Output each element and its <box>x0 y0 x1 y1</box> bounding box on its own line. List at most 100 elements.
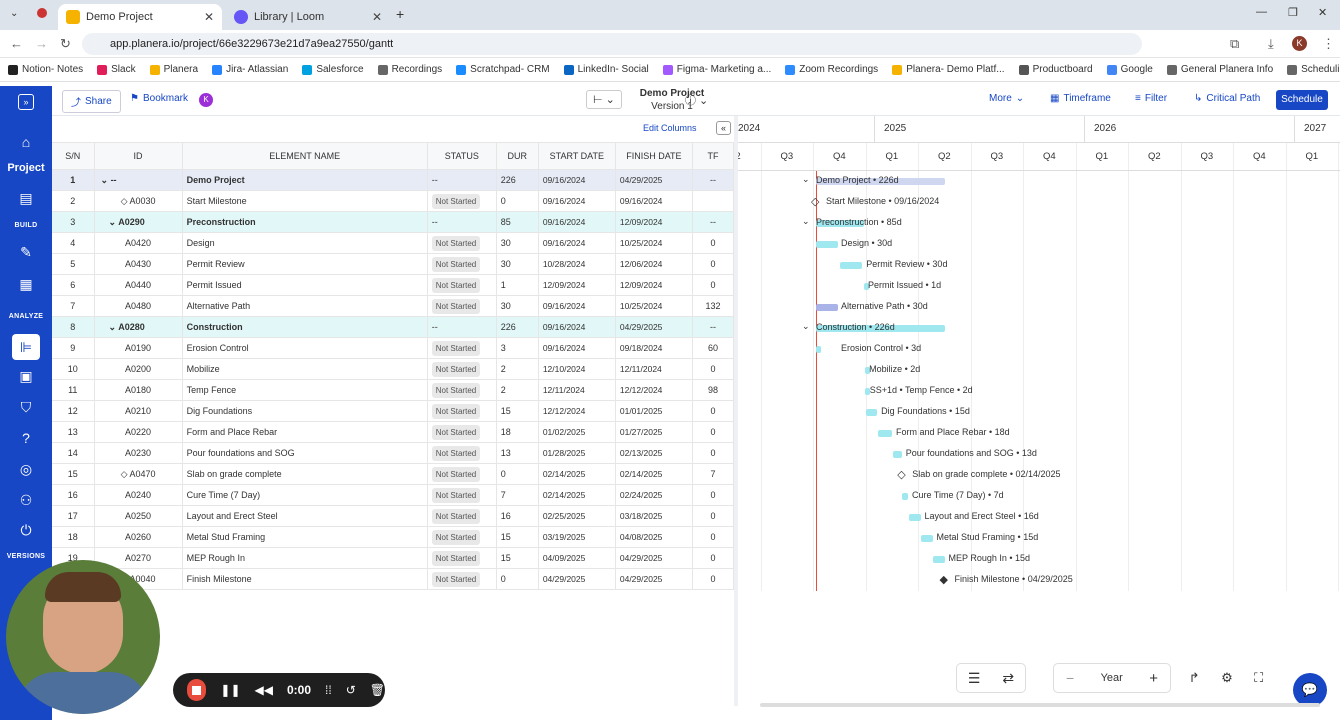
table-row[interactable]: 9 A0190 Erosion Control Not Started 3 09/16/2… <box>52 337 735 359</box>
bookmark-item[interactable]: Salesforce <box>302 64 364 75</box>
table-row[interactable]: 15 ◇ A0470 Slab on grade complete Not Start… <box>52 463 735 485</box>
task-bar[interactable] <box>933 556 945 563</box>
column-header[interactable]: TF <box>692 142 735 170</box>
bookmark-item[interactable]: Jira- Atlassian <box>212 64 288 75</box>
zoom-out-icon[interactable]: − <box>1066 670 1074 686</box>
bookmark-item[interactable]: Planera <box>149 64 198 75</box>
edit-columns-link[interactable]: Edit Columns <box>643 123 697 133</box>
browser-menu-icon[interactable]: ⋮ <box>1322 36 1335 52</box>
table-row[interactable]: 6 A0440 Permit Issued Not Started 1 12/09/202… <box>52 274 735 296</box>
milestone-marker[interactable]: ◇ <box>897 468 905 481</box>
table-row[interactable]: 4 A0420 Design Not Started 30 09/16/2024 10/25… <box>52 232 735 254</box>
swap-view-icon[interactable]: ⇄ <box>1002 670 1014 687</box>
zoom-level[interactable]: Year <box>1101 672 1123 684</box>
url-input[interactable]: app.planera.io/project/66e3229673e21d7a9… <box>82 33 1142 55</box>
expand-chevron-icon[interactable]: ⌄ <box>101 175 111 185</box>
table-row[interactable]: 5 A0430 Permit Review Not Started 30 10/28/20… <box>52 253 735 275</box>
help-icon[interactable]: ? <box>0 430 52 446</box>
task-bar[interactable] <box>816 304 839 311</box>
more-button[interactable]: More ⌄ <box>989 93 1024 104</box>
window-close-icon[interactable]: ✕ <box>1318 6 1327 19</box>
bookmark-item[interactable]: Notion- Notes <box>8 64 83 75</box>
profile-avatar[interactable]: K <box>1292 36 1307 51</box>
table-row[interactable]: 13 A0220 Form and Place Rebar Not Started 18… <box>52 421 735 443</box>
power-icon[interactable]: ⏻ <box>0 522 52 539</box>
task-bar[interactable] <box>921 535 933 542</box>
home-icon[interactable]: ⌂ <box>0 134 52 150</box>
bookmark-item[interactable]: Scheduling Educati... <box>1287 64 1340 75</box>
dependency-icon[interactable]: ↱ <box>1189 670 1200 686</box>
bookmark-item[interactable]: Scratchpad- CRM <box>456 64 550 75</box>
bookmark-item[interactable]: Figma- Marketing a... <box>662 64 771 75</box>
table-row[interactable]: 12 A0210 Dig Foundations Not Started 15 12/12… <box>52 400 735 422</box>
expand-chevron-icon[interactable]: ⌄ <box>109 322 119 332</box>
column-header[interactable]: ID <box>94 142 183 170</box>
close-icon[interactable]: ✕ <box>372 10 382 24</box>
extensions-icon[interactable]: ⧉ <box>1230 36 1239 52</box>
globe-icon[interactable]: ◎ <box>0 461 52 478</box>
sidebar-project-label[interactable]: Project <box>0 162 52 174</box>
column-header[interactable]: S/N <box>52 142 95 170</box>
bookmark-item[interactable]: Zoom Recordings <box>785 64 878 75</box>
bookmark-item[interactable]: Planera- Demo Platf... <box>892 64 1005 75</box>
table-icon[interactable]: ▦ <box>0 276 52 293</box>
filter-button[interactable]: ≡ Filter <box>1135 93 1167 104</box>
trash-icon[interactable]: 🗑 <box>370 683 385 697</box>
table-row[interactable]: 16 A0240 Cure Time (7 Day) Not Started 7 02/1… <box>52 484 735 506</box>
drag-handle-icon[interactable]: ⁞⁞ <box>325 683 332 697</box>
expand-chevron-icon[interactable]: ⌄ <box>109 217 119 227</box>
pencil-icon[interactable]: ✎ <box>0 244 52 261</box>
calendar-icon[interactable]: ▣ <box>0 368 52 385</box>
back-icon[interactable]: ← <box>10 36 23 51</box>
rewind-icon[interactable]: ◀◀ <box>255 683 273 697</box>
table-row[interactable]: 1 ⌄ -- Demo Project -- 226 09/16/2024 04/29/20… <box>52 169 735 191</box>
column-header[interactable]: START DATE <box>538 142 616 170</box>
users-icon[interactable]: ⚇ <box>0 492 52 509</box>
tab-loom[interactable]: Library | Loom ✕ <box>226 4 390 30</box>
layout-icon[interactable]: ▤ <box>0 190 52 207</box>
bookmark-item[interactable]: General Planera Info <box>1166 64 1273 75</box>
close-icon[interactable]: ✕ <box>204 10 214 24</box>
shield-icon[interactable]: ⛉ <box>0 399 52 416</box>
stop-record-button[interactable] <box>187 679 207 701</box>
table-row[interactable]: 14 A0230 Pour foundations and SOG Not Start… <box>52 442 735 464</box>
zoom-in-icon[interactable]: + <box>1149 670 1158 687</box>
task-bar[interactable] <box>877 430 892 437</box>
download-icon[interactable]: ⤓ <box>1268 36 1274 52</box>
task-bar[interactable] <box>816 241 839 248</box>
user-avatar[interactable]: K <box>199 93 213 107</box>
critical-path-button[interactable]: ↳ Critical Path <box>1194 93 1260 104</box>
table-row[interactable]: 2 ◇ A0030 Start Milestone Not Started 0 09/16… <box>52 190 735 212</box>
collapse-grid-button[interactable]: « <box>716 121 731 135</box>
table-row[interactable]: 10 A0200 Mobilize Not Started 2 12/10/2024 12/… <box>52 358 735 380</box>
column-header[interactable]: ELEMENT NAME <box>182 142 428 170</box>
expand-chevron-icon[interactable]: ⌄ <box>802 174 810 185</box>
column-header[interactable]: FINISH DATE <box>615 142 693 170</box>
info-button[interactable]: ⓘ ⌄ <box>685 92 708 108</box>
bookmark-item[interactable]: Slack <box>97 64 136 75</box>
task-bar[interactable] <box>892 451 902 458</box>
expand-sidebar-icon[interactable]: » <box>0 92 52 110</box>
schedule-button[interactable]: Schedule <box>1276 90 1328 110</box>
column-header[interactable]: STATUS <box>427 142 497 170</box>
bookmark-item[interactable]: LinkedIn- Social <box>563 64 649 75</box>
milestone-marker[interactable]: ◆ <box>940 573 948 586</box>
timeframe-button[interactable]: ▦ Timeframe <box>1050 93 1111 104</box>
gantt-scrollbar[interactable] <box>760 703 1320 707</box>
settings-icon[interactable]: ⚙ <box>1221 670 1233 686</box>
expand-chevron-icon[interactable]: ⌄ <box>802 216 810 227</box>
list-view-icon[interactable]: ☰ <box>968 670 981 687</box>
gantt-icon[interactable]: ⊫ <box>12 334 40 360</box>
new-tab-icon[interactable]: + <box>396 6 404 22</box>
expand-chevron-icon[interactable]: ⌄ <box>802 321 810 332</box>
bookmark-button[interactable]: ⚑ Bookmark <box>130 93 188 104</box>
bookmark-item[interactable]: Recordings <box>377 64 442 75</box>
reload-icon[interactable]: ↻ <box>60 36 71 52</box>
milestone-marker[interactable]: ◇ <box>811 195 819 208</box>
table-row[interactable]: 3 ⌄ A0290 Preconstruction -- 85 09/16/2024 12/… <box>52 211 735 233</box>
fullscreen-icon[interactable]: ⛶ <box>1254 670 1263 686</box>
table-row[interactable]: 7 A0480 Alternative Path Not Started 30 09/16… <box>52 295 735 317</box>
share-button[interactable]: ⤴ Share <box>62 90 121 113</box>
table-row[interactable]: 8 ⌄ A0280 Construction -- 226 09/16/2024 04/29… <box>52 316 735 338</box>
task-bar[interactable] <box>865 409 878 416</box>
